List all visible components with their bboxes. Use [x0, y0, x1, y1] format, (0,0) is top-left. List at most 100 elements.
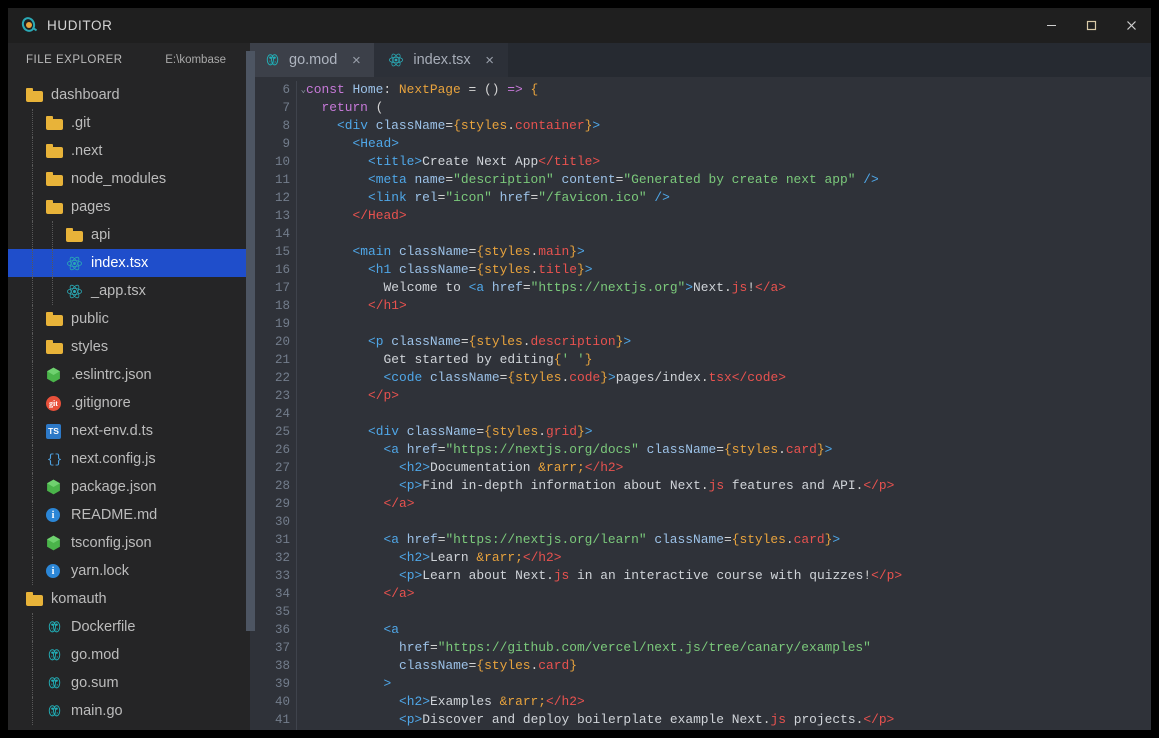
tree-item-dockerfile[interactable]: Dockerfile [8, 613, 250, 641]
line-number: 12 [250, 189, 296, 207]
tree-item-main-go[interactable]: main.go [8, 697, 250, 725]
line-number: 23 [250, 387, 296, 405]
code-line: Welcome to <a href="https://nextjs.org">… [306, 279, 1151, 297]
window-body: FILE EXPLORER E:\kombase dashboard.git.n… [8, 43, 1151, 730]
tree-item-next[interactable]: .next [8, 137, 250, 165]
line-number: 6⌄ [250, 81, 296, 99]
tree-item-styles[interactable]: styles [8, 333, 250, 361]
tree-item-dashboard[interactable]: dashboard [8, 81, 250, 109]
tree-item-index-tsx[interactable]: index.tsx [8, 249, 250, 277]
file-tree: dashboard.git.nextnode_modulespagesapiin… [8, 77, 250, 730]
line-number: 13 [250, 207, 296, 225]
minimize-icon[interactable] [1031, 8, 1071, 43]
line-number: 19 [250, 315, 296, 333]
typescript-icon: TS [46, 424, 61, 439]
code-line: <code className={styles.code}>pages/inde… [306, 369, 1151, 387]
tree-item-public[interactable]: public [8, 305, 250, 333]
tree-indent-guide [32, 249, 34, 277]
code-line: <div className={styles.container}> [306, 117, 1151, 135]
line-number: 38 [250, 657, 296, 675]
tree-indent-guide [32, 221, 34, 249]
react-icon [388, 52, 404, 68]
tab-close-icon[interactable]: × [483, 53, 497, 68]
folder-icon [46, 171, 63, 188]
code-fold-chevron-icon[interactable]: ⌄ [301, 81, 306, 99]
line-number: 10 [250, 153, 296, 171]
line-number: 24 [250, 405, 296, 423]
tree-indent-guide [32, 333, 34, 361]
root-path-label: E:\kombase [165, 54, 226, 66]
editor-tab-go-mod[interactable]: go.mod× [250, 43, 374, 77]
editor-pane: go.mod×index.tsx× 6⌄78910111213141516171… [250, 43, 1151, 730]
braces-icon: {} [46, 451, 63, 468]
tree-item-git[interactable]: .git [8, 109, 250, 137]
tab-close-icon[interactable]: × [349, 53, 363, 68]
tree-item-label: Dockerfile [71, 619, 135, 635]
line-number-gutter: 6⌄78910111213141516171819202122232425262… [250, 77, 296, 730]
line-number: 16 [250, 261, 296, 279]
sidebar-scrollbar[interactable] [246, 51, 255, 631]
tree-indent-guide [32, 389, 34, 417]
tree-item-label: public [71, 311, 109, 327]
folder-icon [46, 311, 63, 328]
line-number: 21 [250, 351, 296, 369]
code-line [306, 603, 1151, 621]
info-icon: i [46, 564, 60, 578]
tree-item-go-sum[interactable]: go.sum [8, 669, 250, 697]
code-line: <h2>Documentation &rarr;</h2> [306, 459, 1151, 477]
code-line: </Head> [306, 207, 1151, 225]
tree-item-gitignore[interactable]: git.gitignore [8, 389, 250, 417]
folder-icon [46, 115, 63, 132]
editor-tab-index-tsx[interactable]: index.tsx× [374, 43, 507, 77]
code-line: <a href="https://nextjs.org/docs" classN… [306, 441, 1151, 459]
line-number: 31 [250, 531, 296, 549]
tree-indent-guide [32, 109, 34, 137]
code-line: <div className={styles.grid}> [306, 423, 1151, 441]
line-number: 41 [250, 711, 296, 729]
tree-item-next-config-js[interactable]: {}next.config.js [8, 445, 250, 473]
code-line: Get started by editing{' '} [306, 351, 1151, 369]
tree-item-go-mod[interactable]: go.mod [8, 641, 250, 669]
close-icon[interactable] [1111, 8, 1151, 43]
tree-indent-guide [52, 249, 54, 277]
code-content[interactable]: const Home: NextPage = () => { return ( … [297, 77, 1151, 730]
tree-item-eslintrc-json[interactable]: .eslintrc.json [8, 361, 250, 389]
tree-indent-guide [32, 473, 34, 501]
tree-item-node-modules[interactable]: node_modules [8, 165, 250, 193]
tree-item-yarn-lock[interactable]: iyarn.lock [8, 557, 250, 585]
code-line: <h2>Learn &rarr;</h2> [306, 549, 1151, 567]
line-number: 25 [250, 423, 296, 441]
json-hex-icon [46, 367, 63, 384]
folder-icon [26, 87, 43, 104]
line-number: 8 [250, 117, 296, 135]
code-line: <meta name="description" content="Genera… [306, 171, 1151, 189]
tree-item-readme-md[interactable]: iREADME.md [8, 501, 250, 529]
window-title: HUDITOR [47, 18, 112, 33]
line-number: 37 [250, 639, 296, 657]
tree-indent-guide [32, 277, 34, 305]
tree-item-pages[interactable]: pages [8, 193, 250, 221]
maximize-icon[interactable] [1071, 8, 1111, 43]
tree-item-label: main.go [71, 703, 123, 719]
go-icon [46, 619, 63, 636]
tree-indent-guide [52, 221, 54, 249]
tree-indent-guide [32, 305, 34, 333]
tree-indent-guide [32, 697, 34, 725]
tree-item-app-tsx[interactable]: _app.tsx [8, 277, 250, 305]
file-explorer-sidebar: FILE EXPLORER E:\kombase dashboard.git.n… [8, 43, 250, 730]
go-icon [264, 52, 280, 68]
tree-item-package-json[interactable]: package.json [8, 473, 250, 501]
tree-indent-guide [32, 557, 34, 585]
tree-item-next-env-d-ts[interactable]: TSnext-env.d.ts [8, 417, 250, 445]
line-number: 7 [250, 99, 296, 117]
tree-indent-guide [32, 193, 34, 221]
tree-item-api[interactable]: api [8, 221, 250, 249]
tree-indent-guide [32, 613, 34, 641]
file-explorer-label: FILE EXPLORER [26, 54, 123, 66]
tree-item-komauth[interactable]: komauth [8, 585, 250, 613]
line-number: 35 [250, 603, 296, 621]
tree-indent-guide [32, 445, 34, 473]
tree-indent-guide [32, 641, 34, 669]
tree-item-tsconfig-json[interactable]: tsconfig.json [8, 529, 250, 557]
code-line [306, 315, 1151, 333]
